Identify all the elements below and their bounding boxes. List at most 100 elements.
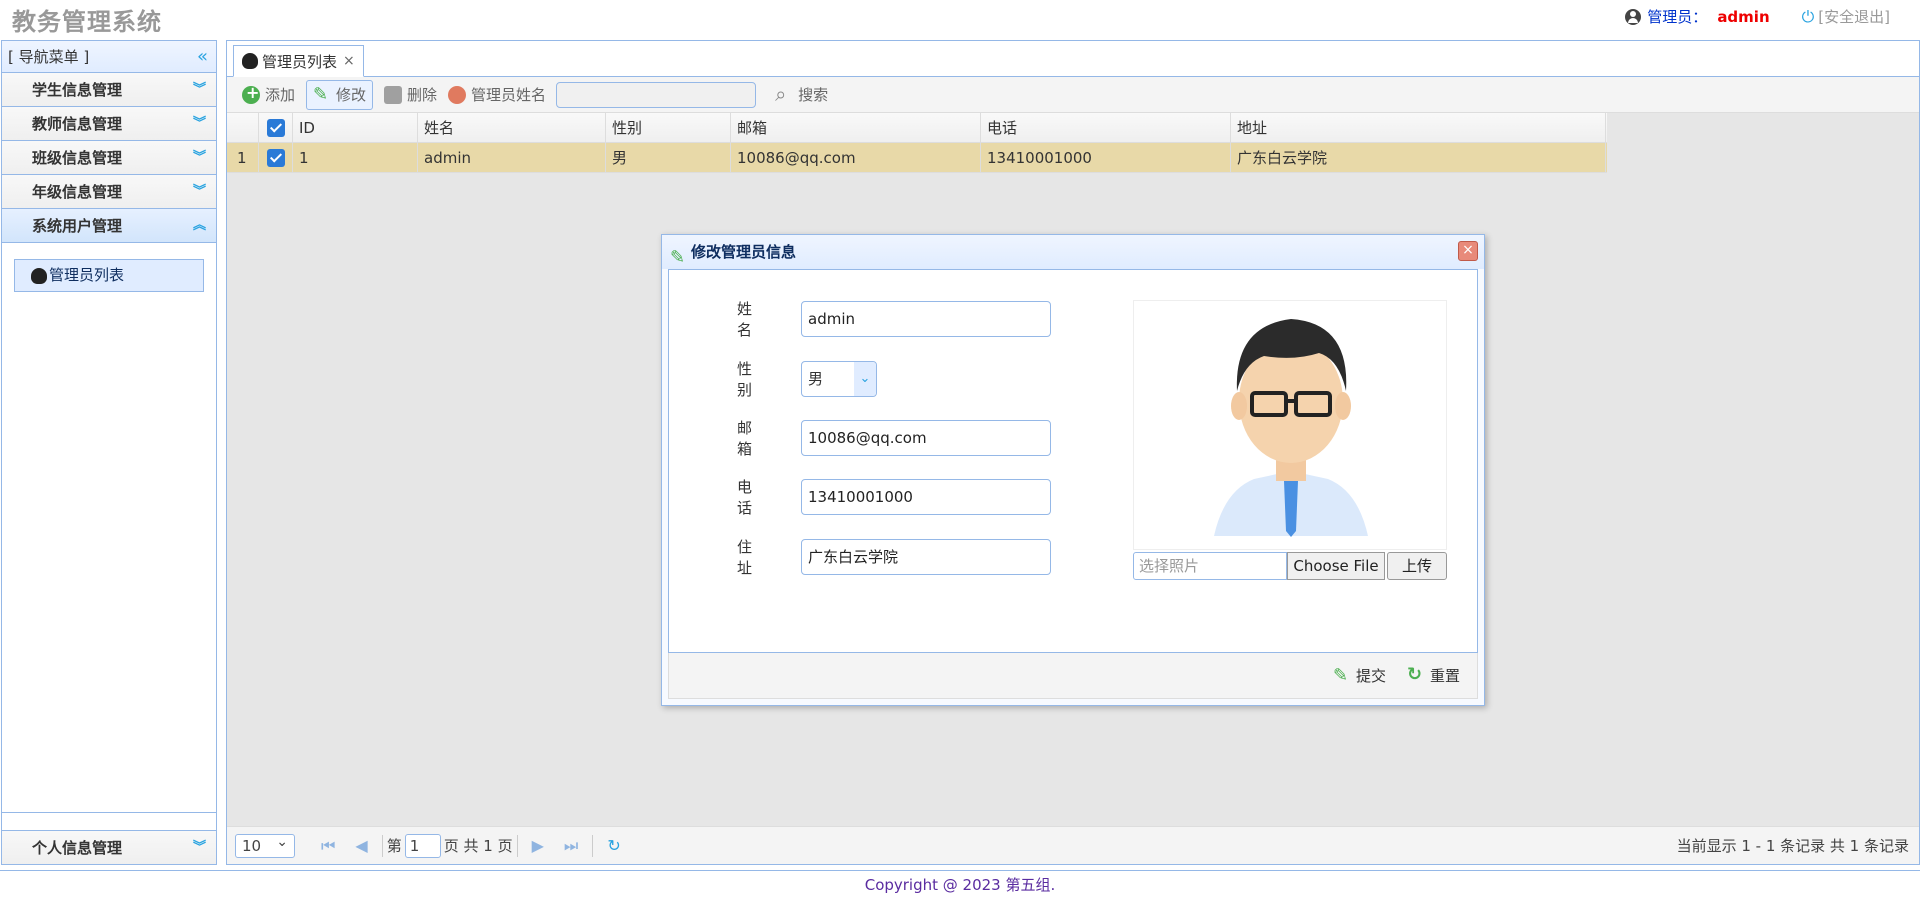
app-header: 教务管理系统 管理员： admin ⏻ [安全退出] [0,0,1920,38]
refresh-icon[interactable]: ↻ [607,836,620,855]
column-header-name[interactable]: 姓名 [418,113,606,142]
pencil-icon [313,84,331,105]
first-page-icon[interactable]: ⏮ [321,836,335,856]
cell-email: 10086@qq.com [731,143,981,172]
nav-item-student[interactable]: 学生信息管理 ︾ [2,73,216,107]
person-icon [448,85,467,104]
choose-file-button[interactable]: Choose File [1287,552,1385,580]
nav-item-personal-info[interactable]: 个人信息管理 ︾ [2,830,216,864]
dialog-header: 修改管理员信息 [662,235,1484,275]
checkbox-checked-icon [266,148,285,167]
chevron-down-icon: ︾ [192,116,206,131]
avatar [1133,300,1447,550]
last-page-icon[interactable]: ⏭ [564,836,578,856]
reset-button[interactable]: 重置 [1407,664,1461,686]
cell-id: 1 [293,143,418,172]
nav-item-grade[interactable]: 年级信息管理 ︾ [2,175,216,209]
nav-item-label: 系统用户管理 [32,217,123,235]
page-size-select[interactable]: 10 [235,831,295,858]
sex-select-value: 男 [808,370,824,388]
search-button[interactable]: 搜索 [768,80,835,110]
user-area: 管理员： admin ⏻ [安全退出] [1625,6,1890,27]
chevron-down-icon: ︾ [192,840,206,855]
nav-item-label: 个人信息管理 [32,839,123,857]
table-row[interactable]: 1 1 admin 男 10086@qq.com 13410001000 广东白… [227,143,1607,173]
row-checkbox[interactable] [259,143,293,172]
address-field[interactable]: 广东白云学院 [801,539,1051,575]
power-icon[interactable]: ⏻ [1802,7,1815,27]
page-prefix: 第 [386,837,402,855]
column-header-email[interactable]: 邮箱 [731,113,981,142]
collapse-left-icon[interactable]: « [197,41,208,73]
page-number-input[interactable]: 1 [404,833,441,858]
chevron-down-icon: ︾ [192,82,206,97]
delete-icon [384,85,403,104]
column-header-address[interactable]: 地址 [1231,113,1606,142]
submit-button[interactable]: 提交 [1333,665,1386,686]
name-field[interactable]: admin [801,301,1051,337]
dialog-title: 修改管理员信息 [691,243,797,261]
select-all-checkbox[interactable] [259,113,293,142]
page-footer: Copyright @ 2023 第五组. [0,870,1920,902]
nav-sub-item-admin-list[interactable]: 管理员列表 [14,259,204,292]
sex-select[interactable]: 男 ⌄ [801,361,877,397]
divider [381,834,383,857]
app-title: 教务管理系统 [12,8,162,36]
avatar-image [1214,319,1368,537]
tab-admin-list[interactable]: 管理员列表 × [233,45,364,77]
nav-sub-item-label: 管理员列表 [49,266,125,284]
email-label: 邮箱 [737,419,753,458]
row-number: 1 [227,143,259,172]
column-header-id[interactable]: ID [293,113,418,142]
delete-button[interactable]: 删除 [377,80,444,110]
edit-button[interactable]: 修改 [306,79,374,110]
tab-close-icon[interactable]: × [343,53,355,69]
edit-label: 修改 [336,86,367,104]
tabs-bar: 管理员列表 × [227,41,1919,77]
name-label: 姓名 [737,300,753,339]
reset-label: 重置 [1430,667,1461,685]
search-input[interactable] [556,81,757,108]
copyright-text: Copyright @ 2023 第五组. [864,876,1056,894]
nav-header-label: [ 导航菜单 ] [8,48,90,66]
cell-name: admin [418,143,606,172]
nav-submenu: 管理员列表 [2,243,216,813]
divider [516,834,518,857]
column-header-sex[interactable]: 性别 [606,113,731,142]
row-number-header [227,113,259,142]
table-header: ID 姓名 性别 邮箱 电话 地址 [227,113,1607,143]
divider [592,834,594,857]
tab-label: 管理员列表 [262,52,338,71]
nav-item-label: 学生信息管理 [32,81,123,99]
add-icon [242,83,260,104]
chevron-up-icon: ︽ [192,218,206,233]
dialog-close-button[interactable]: × [1458,241,1478,261]
nav-item-label: 班级信息管理 [32,149,123,167]
page-suffix: 页 共 1 页 [443,837,513,855]
nav-item-class[interactable]: 班级信息管理 ︾ [2,141,216,175]
email-field[interactable]: 10086@qq.com [801,420,1051,456]
phone-field[interactable]: 13410001000 [801,479,1051,515]
delete-label: 删除 [407,86,438,104]
user-icon [1625,8,1642,25]
add-button[interactable]: 添加 [235,80,302,110]
next-page-icon[interactable]: ▶ [532,836,544,855]
column-header-phone[interactable]: 电话 [981,113,1231,142]
cell-phone: 13410001000 [981,143,1231,172]
upload-button[interactable]: 上传 [1387,552,1447,580]
chevron-down-icon: ︾ [192,184,206,199]
dialog-footer: 提交 重置 [668,653,1478,699]
nav-menu: [ 导航菜单 ] « 学生信息管理 ︾ 教师信息管理 ︾ 班级信息管理 ︾ 年级… [1,40,217,865]
name-filter-label: 管理员姓名 [448,84,546,105]
dialog-body: 姓名 admin 性别 男 ⌄ 邮箱 10086@qq.com 电话 13410… [668,269,1478,653]
nav-item-system-users[interactable]: 系统用户管理 ︽ [2,209,216,243]
nav-header: [ 导航菜单 ] « [2,41,216,73]
chevron-down-icon: ⌄ [854,362,876,396]
add-label: 添加 [265,86,296,104]
nav-item-teacher[interactable]: 教师信息管理 ︾ [2,107,216,141]
photo-path-input[interactable]: 选择照片 [1133,552,1287,580]
prev-page-icon[interactable]: ◀ [355,836,367,855]
search-icon [775,82,793,106]
cell-sex: 男 [606,143,731,172]
logout-link[interactable]: [安全退出] [1818,6,1890,27]
